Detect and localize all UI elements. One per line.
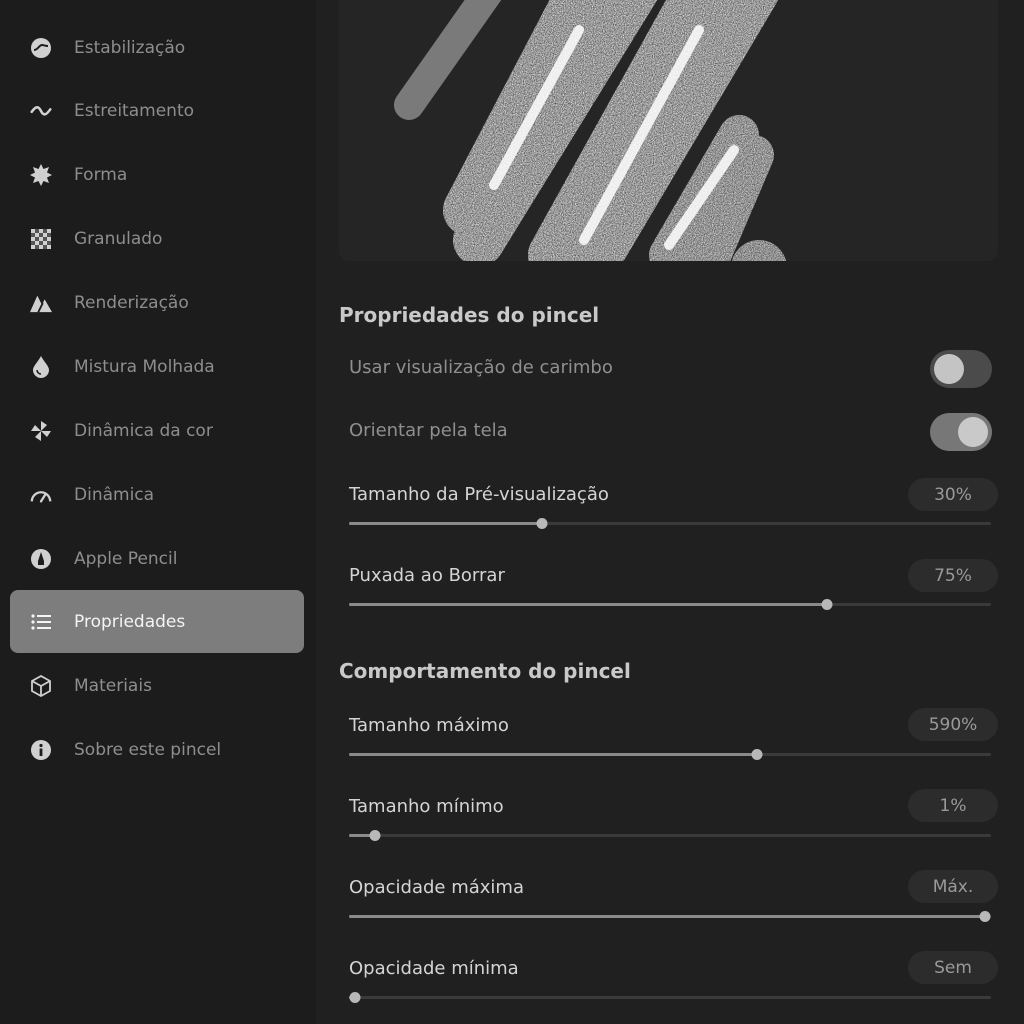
smudge-pull-value[interactable]: 75% <box>908 559 998 592</box>
slider-fill <box>349 603 828 606</box>
settings-sidebar: Estabilização Estreitamento Forma Granul… <box>0 0 316 1024</box>
sidebar-item-stabilization[interactable]: Estabilização <box>10 16 304 79</box>
max-opacity-value[interactable]: Máx. <box>908 870 998 903</box>
slider-thumb[interactable] <box>821 599 833 610</box>
min-opacity-value[interactable]: Sem <box>908 951 998 984</box>
list-icon <box>30 611 52 633</box>
slider-fill <box>349 753 757 756</box>
max-opacity-label: Opacidade máxima <box>349 877 524 898</box>
sidebar-item-properties[interactable]: Propriedades <box>10 590 304 653</box>
sidebar-item-label: Forma <box>74 164 128 185</box>
sidebar-item-dynamics[interactable]: Dinâmica <box>10 463 304 526</box>
brush-stroke-preview <box>394 0 787 261</box>
cube-icon <box>30 674 52 697</box>
min-size-label: Tamanho mínimo <box>349 796 504 817</box>
toggle-knob <box>958 417 988 447</box>
orient-screen-label: Orientar pela tela <box>349 420 508 441</box>
sidebar-item-label: Mistura Molhada <box>74 356 215 377</box>
pinwheel-icon <box>30 420 52 442</box>
sidebar-item-label: Estabilização <box>74 37 186 58</box>
slider-thumb[interactable] <box>369 830 381 841</box>
sidebar-item-color-dynamics[interactable]: Dinâmica da cor <box>10 399 304 462</box>
stamp-preview-label: Usar visualização de carimbo <box>349 357 613 378</box>
toggle-knob <box>934 354 964 384</box>
section-title-brush-properties: Propriedades do pincel <box>339 303 600 327</box>
sidebar-item-label: Estreitamento <box>74 100 195 121</box>
grain-checker-icon <box>30 228 52 250</box>
slider-thumb[interactable] <box>349 992 361 1003</box>
sidebar-item-rendering[interactable]: Renderização <box>10 271 304 334</box>
slider-thumb[interactable] <box>979 911 991 922</box>
min-size-slider[interactable] <box>349 827 991 843</box>
smudge-pull-slider[interactable] <box>349 596 991 612</box>
section-title-brush-behavior: Comportamento do pincel <box>339 659 631 683</box>
sidebar-item-label: Dinâmica <box>74 484 155 505</box>
sidebar-item-grain[interactable]: Granulado <box>10 207 304 270</box>
shape-burst-icon <box>30 163 52 186</box>
stamp-preview-toggle[interactable] <box>930 350 992 388</box>
info-icon <box>30 739 52 761</box>
properties-panel: Propriedades do pincel Usar visualização… <box>316 0 1024 1024</box>
sidebar-item-label: Apple Pencil <box>74 548 178 569</box>
min-size-value[interactable]: 1% <box>908 789 998 822</box>
stabilization-icon <box>30 37 52 59</box>
preview-size-slider[interactable] <box>349 515 991 531</box>
slider-fill <box>349 915 985 918</box>
sidebar-item-label: Granulado <box>74 228 163 249</box>
sidebar-item-wet-mix[interactable]: Mistura Molhada <box>10 335 304 398</box>
smudge-pull-label: Puxada ao Borrar <box>349 565 505 586</box>
min-opacity-slider[interactable] <box>349 989 991 1005</box>
sidebar-item-about-brush[interactable]: Sobre este pincel <box>10 718 304 781</box>
orient-screen-toggle[interactable] <box>930 413 992 451</box>
sidebar-item-apple-pencil[interactable]: Apple Pencil <box>10 527 304 590</box>
sidebar-item-label: Renderização <box>74 292 189 313</box>
min-opacity-label: Opacidade mínima <box>349 958 519 979</box>
sidebar-item-label: Sobre este pincel <box>74 739 222 760</box>
max-opacity-slider[interactable] <box>349 908 991 924</box>
preview-size-label: Tamanho da Pré-visualização <box>349 484 609 505</box>
max-size-slider[interactable] <box>349 746 991 762</box>
sidebar-item-taper[interactable]: Estreitamento <box>10 79 304 142</box>
preview-size-value[interactable]: 30% <box>908 478 998 511</box>
sidebar-item-label: Dinâmica da cor <box>74 420 213 441</box>
max-size-label: Tamanho máximo <box>349 715 509 736</box>
sidebar-item-label: Propriedades <box>74 611 186 632</box>
slider-track <box>349 996 991 999</box>
sidebar-item-shape[interactable]: Forma <box>10 143 304 206</box>
sidebar-item-label: Materiais <box>74 675 152 696</box>
slider-thumb[interactable] <box>751 749 763 760</box>
brush-preview-canvas <box>339 0 998 261</box>
max-size-value[interactable]: 590% <box>908 708 998 741</box>
rendering-icon <box>30 292 52 314</box>
taper-wave-icon <box>30 100 52 122</box>
speedometer-icon <box>30 484 52 506</box>
slider-thumb[interactable] <box>536 518 548 529</box>
slider-fill <box>349 522 542 525</box>
sidebar-item-materials[interactable]: Materiais <box>10 654 304 717</box>
pencil-tip-icon <box>30 548 52 570</box>
water-drop-icon <box>30 355 52 378</box>
slider-track <box>349 834 991 837</box>
